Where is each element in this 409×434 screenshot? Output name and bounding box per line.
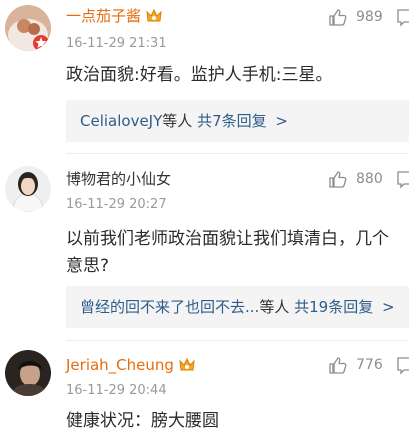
more-icon[interactable] xyxy=(397,170,409,190)
comment-1: 一点茄子酱 16-11-29 21:31 989 政治面貌:好看。监护人手机:三… xyxy=(0,0,409,150)
username[interactable]: 博物君的小仙女 xyxy=(66,169,171,189)
reply-count[interactable]: 共7条回复 xyxy=(197,112,267,130)
comment-text: 健康状况：膀大腰圆 xyxy=(66,411,219,431)
avatar[interactable] xyxy=(5,166,51,212)
timestamp: 16-11-29 21:31 xyxy=(66,36,167,51)
like-button[interactable]: 880 xyxy=(328,169,383,189)
username-row: 博物君的小仙女 xyxy=(66,169,171,189)
comment-2: 博物君的小仙女 16-11-29 20:27 880 以前我们老师政治面貌让我们… xyxy=(0,160,409,340)
thumbs-up-icon xyxy=(329,357,347,374)
vip-badge-icon xyxy=(178,357,196,373)
like-count: 989 xyxy=(356,9,383,25)
comment-text-line-1: 以前我们老师政治面貌让我们填清白，几个 xyxy=(66,229,389,249)
username-row: Jeriah_Cheung xyxy=(66,355,196,375)
replies-summary[interactable]: 曾经的回不来了也回不去...等人 共19条回复 > xyxy=(66,286,409,328)
reply-suffix: 等人 xyxy=(162,112,193,130)
like-button[interactable]: 989 xyxy=(328,7,383,27)
avatar[interactable] xyxy=(5,5,51,51)
avatar[interactable] xyxy=(5,350,51,396)
like-count: 776 xyxy=(356,357,383,373)
comment-3: Jeriah_Cheung 16-11-29 20:44 776 健康状况：膀大… xyxy=(0,344,409,434)
divider xyxy=(66,340,409,341)
like-button[interactable]: 776 xyxy=(328,355,383,375)
like-count: 880 xyxy=(356,171,383,187)
reply-suffix: 等人 xyxy=(259,298,290,316)
comment-text: 政治面貌:好看。监护人手机:三星。 xyxy=(66,65,333,85)
more-icon[interactable] xyxy=(397,356,409,376)
comment-text-line-2: 意思? xyxy=(66,256,110,276)
thumbs-up-icon xyxy=(329,9,347,26)
reply-users[interactable]: CelialoveJY xyxy=(80,112,162,130)
more-icon[interactable] xyxy=(397,8,409,28)
divider xyxy=(66,153,409,154)
timestamp: 16-11-29 20:27 xyxy=(66,197,167,212)
thumbs-up-icon xyxy=(329,171,347,188)
reply-count[interactable]: 共19条回复 xyxy=(294,298,373,316)
reply-users[interactable]: 曾经的回不来了也回不去... xyxy=(80,298,259,316)
chevron-right-icon: > xyxy=(381,298,395,316)
username-row: 一点茄子酱 xyxy=(66,6,163,26)
username[interactable]: Jeriah_Cheung xyxy=(66,355,174,375)
replies-summary[interactable]: CelialoveJY等人 共7条回复 > xyxy=(66,100,409,142)
vip-badge-icon xyxy=(145,8,163,24)
chevron-right-icon: > xyxy=(275,112,288,130)
username[interactable]: 一点茄子酱 xyxy=(66,6,141,26)
timestamp: 16-11-29 20:44 xyxy=(66,383,167,398)
